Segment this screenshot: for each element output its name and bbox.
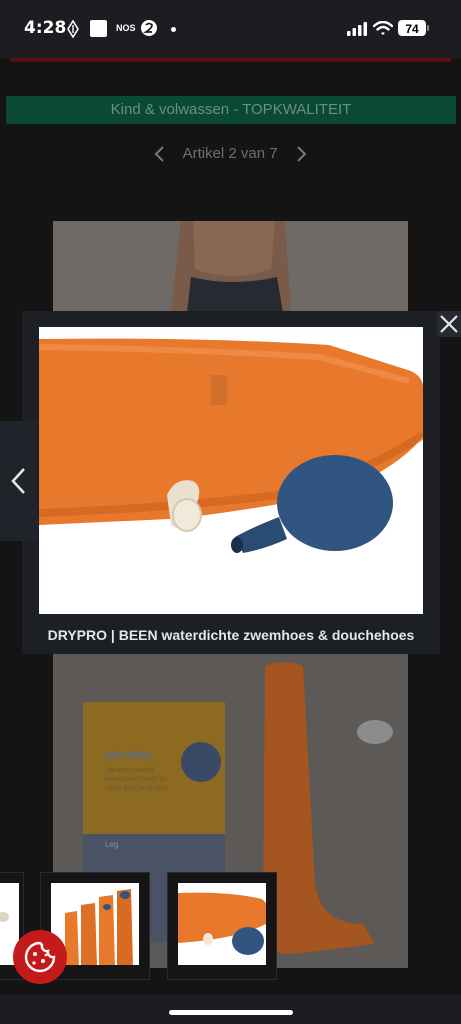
notification-dot-icon <box>171 27 176 32</box>
thumbnail-strip <box>0 872 461 984</box>
lightbox-prev-button[interactable] <box>0 421 38 541</box>
cookie-icon <box>24 941 56 973</box>
status-bar: 4:28 NOS 74 <box>0 0 461 58</box>
app-circle-icon <box>141 20 157 36</box>
chevron-left-icon <box>11 468 25 494</box>
thumbnail-3-image <box>178 883 266 965</box>
box-tagline-text: Vacuum-sealed waterproof cover for casts… <box>105 767 168 792</box>
header-accent-line <box>10 58 451 62</box>
lightbox-image[interactable] <box>39 327 423 614</box>
pager-label: Artikel 2 van 7 <box>182 145 278 162</box>
thumbnail-3-active[interactable] <box>167 872 277 980</box>
app-square-icon <box>90 20 107 37</box>
wifi-icon <box>373 21 393 35</box>
battery-icon: 74 <box>398 20 426 36</box>
product-photo-model <box>53 221 408 313</box>
app-notification-icon <box>67 20 79 38</box>
lightbox-close-button[interactable] <box>437 311 461 337</box>
cellular-signal-icon <box>347 22 367 36</box>
close-icon <box>440 315 458 333</box>
lightbox-caption: DRYPRO | BEEN waterdichte zwemhoes & dou… <box>47 627 415 643</box>
cookie-settings-button[interactable] <box>13 930 67 984</box>
chevron-right-icon <box>297 146 307 162</box>
battery-level: 74 <box>405 22 419 36</box>
chevron-left-icon <box>154 146 164 162</box>
product-image-drypro-leg <box>39 327 423 614</box>
promo-banner: Kind & volwassen - TOPKWALITEIT <box>6 96 456 124</box>
home-indicator[interactable] <box>169 1010 293 1015</box>
nos-label: NOS <box>116 23 136 33</box>
box-brand-text: DRYPRO <box>105 750 152 762</box>
model-torso-image <box>53 221 408 313</box>
battery-tip <box>427 25 429 31</box>
pager-next-button[interactable] <box>282 142 322 166</box>
product-pager: Artikel 2 van 7 <box>0 142 461 166</box>
pager-prev-button[interactable] <box>139 142 179 166</box>
box-leg-label: Leg <box>105 840 119 849</box>
status-time: 4:28 <box>24 18 67 38</box>
